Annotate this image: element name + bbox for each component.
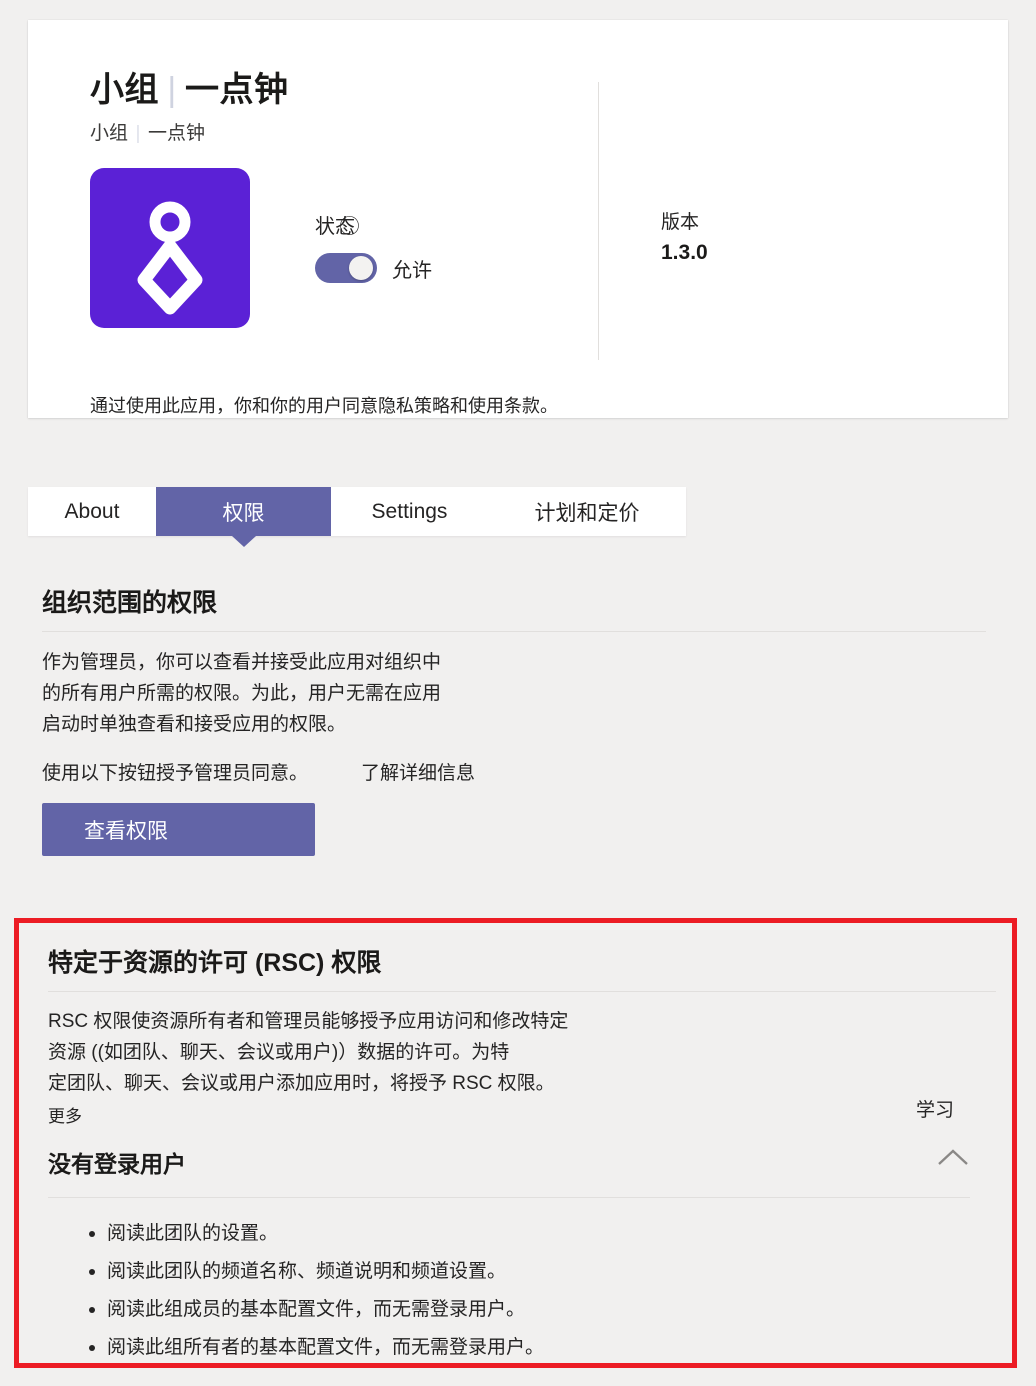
org-permissions-description-line2: 的所有用户所需的权限。为此，用户无需在应用 — [42, 682, 442, 704]
tab-settings[interactable]: Settings — [331, 487, 488, 536]
app-subtitle-right: 一点钟 — [148, 123, 206, 144]
list-item: 阅读此团队的设置。 — [107, 1223, 992, 1243]
app-subtitle-separator: | — [135, 123, 141, 144]
tab-plans-and-pricing[interactable]: 计划和定价 — [488, 487, 686, 536]
app-details-page: 小组 | 一点钟 小组 | 一点钟 状态 ⃝ 允许 版本 1.3.0 通过使用此… — [0, 0, 1036, 1386]
rsc-description-line1: RSC 权限使资源所有者和管理员能够授予应用访问和修改特定 — [48, 1011, 569, 1032]
rsc-divider — [48, 991, 996, 992]
learn-more-link[interactable]: 了解详细信息 — [361, 758, 475, 785]
version-label: 版本 — [661, 212, 700, 233]
rsc-learn-link[interactable]: 学习 — [916, 1095, 954, 1122]
rsc-group-title: 没有登录用户 — [48, 1151, 186, 1177]
rsc-no-signed-in-user-header[interactable]: 没有登录用户 — [48, 1145, 996, 1201]
status-block: 状态 ⃝ 允许 — [315, 210, 432, 283]
app-header-card: 小组 | 一点钟 小组 | 一点钟 状态 ⃝ 允许 版本 1.3.0 通过使用此… — [28, 20, 1008, 418]
admin-consent-row: 使用以下按钮授予管理员同意。 了解详细信息 — [42, 758, 742, 785]
chevron-up-icon[interactable] — [936, 1147, 970, 1169]
toggle-state-label: 允许 — [392, 259, 432, 282]
org-wide-permissions-section: 组织范围的权限 作为管理员，你可以查看并接受此应用对组织中 的所有用户所需的权限… — [42, 588, 986, 856]
tab-about-label: About — [64, 499, 120, 523]
tab-about[interactable]: About — [28, 487, 156, 536]
tab-settings-label: Settings — [371, 499, 448, 523]
card-vertical-divider — [598, 82, 599, 360]
app-title-left: 小组 — [90, 71, 159, 109]
org-permissions-description: 作为管理员，你可以查看并接受此应用对组织中 的所有用户所需的权限。为此，用户无需… — [42, 648, 512, 740]
toggle-knob — [349, 256, 373, 280]
tab-permissions-label: 权限 — [222, 501, 265, 525]
list-item: 阅读此组成员的基本配置文件，而无需登录用户。 — [107, 1299, 992, 1319]
tab-plans-and-pricing-label: 计划和定价 — [534, 501, 640, 525]
rsc-permissions-highlight-box: 特定于资源的许可 (RSC) 权限 RSC 权限使资源所有者和管理员能够授予应用… — [14, 918, 1017, 1368]
rsc-description-line3: 定团队、聊天、会议或用户添加应用时，将授予 RSC 权限。 — [48, 1072, 555, 1094]
tab-permissions[interactable]: 权限 — [156, 487, 331, 536]
app-subtitle: 小组 | 一点钟 — [90, 118, 205, 145]
list-item: 阅读此组所有者的基本配置文件，而无需登录用户。 — [107, 1337, 992, 1357]
app-title-right: 一点钟 — [185, 71, 289, 109]
org-permissions-description-line1: 作为管理员，你可以查看并接受此应用对组织中 — [42, 652, 442, 673]
tab-bar: About 权限 Settings 计划和定价 — [28, 487, 686, 536]
rsc-heading: 特定于资源的许可 (RSC) 权限 — [48, 949, 382, 977]
rsc-permissions-section: 特定于资源的许可 (RSC) 权限 RSC 权限使资源所有者和管理员能够授予应用… — [48, 948, 996, 1131]
org-permissions-heading: 组织范围的权限 — [42, 589, 218, 617]
admin-consent-instruction: 使用以下按钮授予管理员同意。 — [42, 763, 309, 784]
version-block: 版本 1.3.0 — [661, 207, 708, 265]
enable-app-toggle[interactable] — [315, 253, 377, 283]
page-title: 小组 | 一点钟 — [90, 62, 289, 111]
view-permissions-button[interactable]: 查看权限 — [42, 803, 315, 856]
privacy-terms-note: 通过使用此应用，你和你的用户同意隐私策略和使用条款。 — [90, 396, 558, 416]
rsc-permission-list: 阅读此团队的设置。 阅读此团队的频道名称、频道说明和频道设置。 阅读此组成员的基… — [77, 1223, 992, 1375]
rsc-group-divider — [48, 1197, 970, 1198]
app-title-separator: | — [167, 71, 177, 109]
version-value: 1.3.0 — [661, 241, 708, 264]
rsc-description-more: 更多 — [48, 1106, 82, 1126]
org-permissions-divider — [42, 631, 986, 632]
app-logo-icon — [90, 168, 250, 328]
rsc-description-line2: 资源 ((如团队、聊天、会议或用户)）数据的许可。为特 — [48, 1041, 510, 1063]
list-item: 阅读此团队的频道名称、频道说明和频道设置。 — [107, 1261, 992, 1281]
org-permissions-description-line3: 启动时单独查看和接受应用的权限。 — [42, 713, 347, 735]
rsc-description: RSC 权限使资源所有者和管理员能够授予应用访问和修改特定 资源 ((如团队、聊… — [48, 1007, 648, 1131]
status-label: 状态 ⃝ — [315, 216, 360, 238]
app-subtitle-left: 小组 — [90, 123, 129, 144]
